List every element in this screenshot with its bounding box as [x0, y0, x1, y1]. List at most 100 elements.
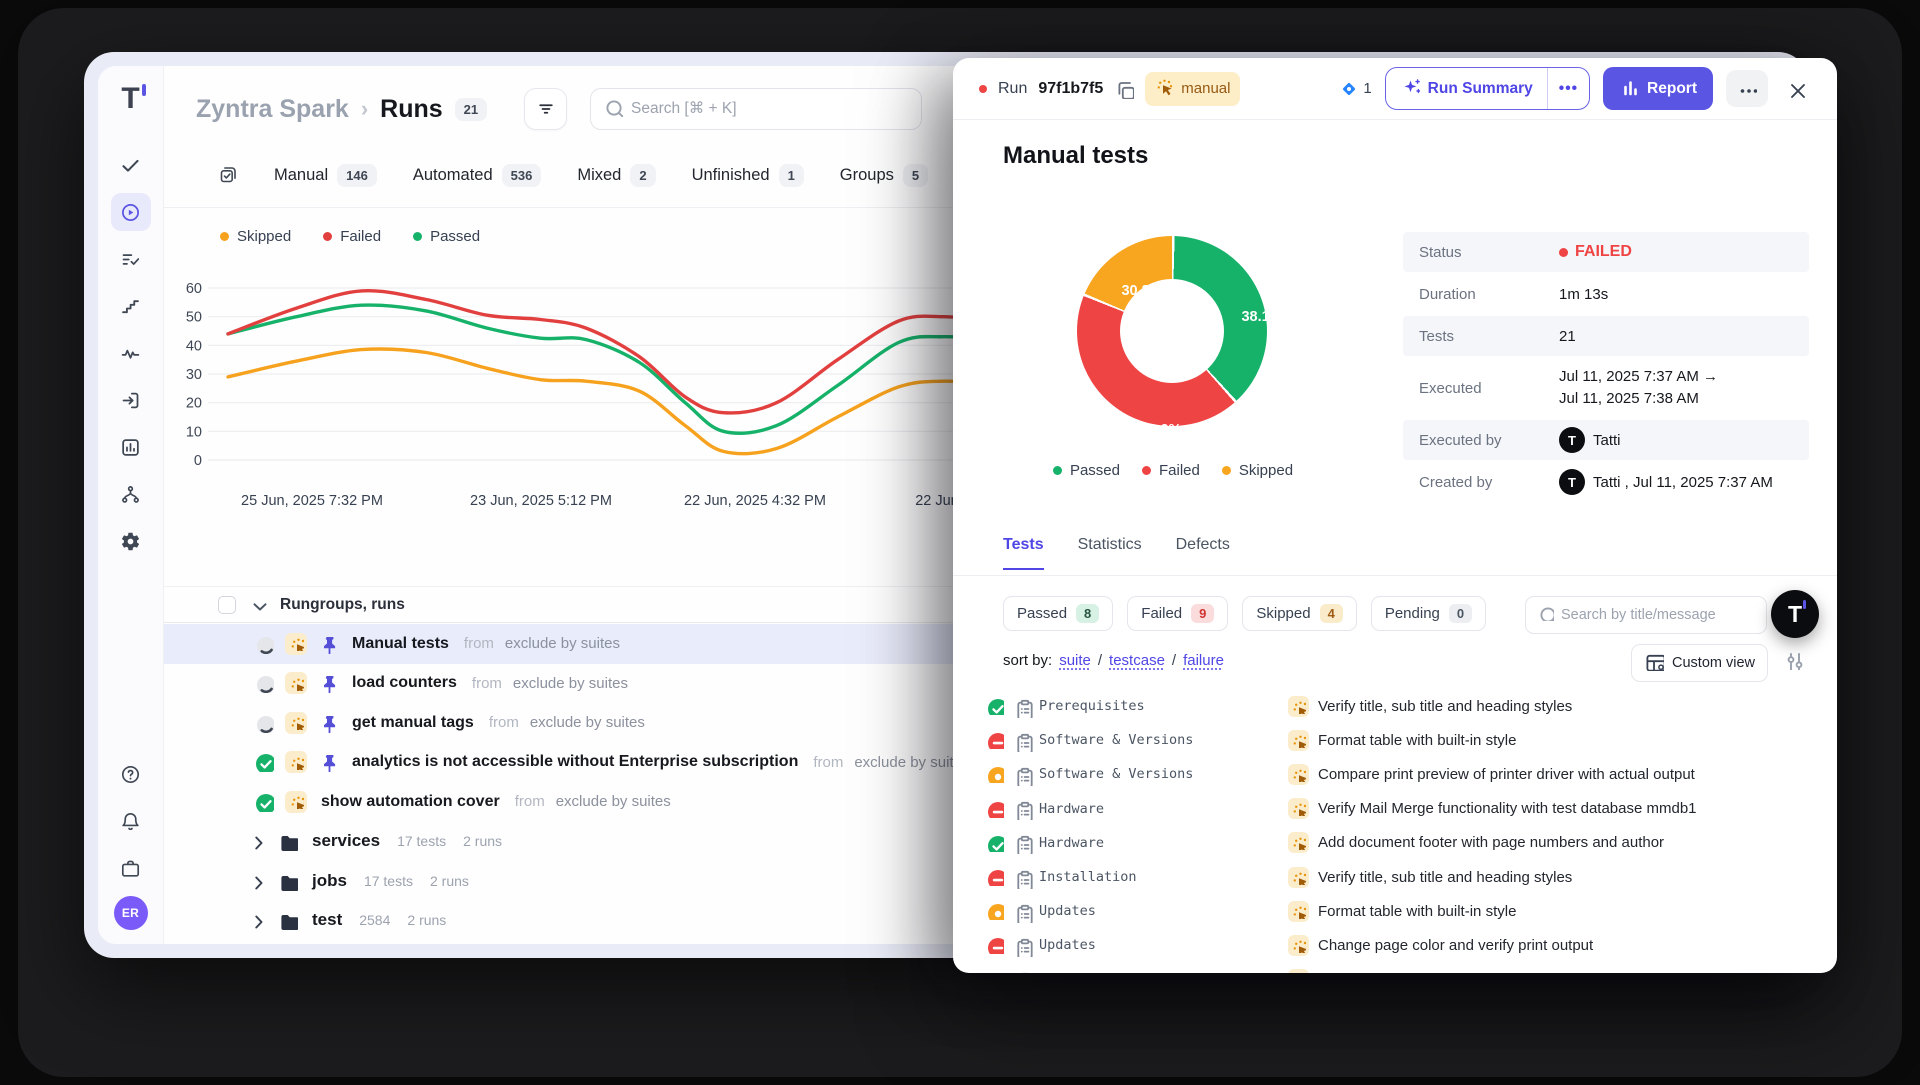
rungroup-name: services — [312, 831, 380, 851]
test-row[interactable]: Updates Change page color and verify pri… — [953, 928, 1837, 962]
test-row[interactable]: Updates Format table with built-in style — [953, 894, 1837, 928]
sidebar-item-test-plans[interactable] — [111, 240, 151, 278]
test-row[interactable]: Software & Versions Compare print previe… — [953, 757, 1837, 791]
close-panel-button[interactable] — [1781, 74, 1811, 104]
folder-icon — [278, 910, 298, 930]
dots-h-icon — [1737, 79, 1757, 99]
panel-tab-tests[interactable]: Tests — [1003, 536, 1044, 570]
select-all-runs-button[interactable] — [218, 165, 238, 185]
run-title: Manual tests — [1003, 142, 1148, 170]
rungroup-tests-count: 17 tests — [364, 873, 413, 889]
sidebar-item-notifications[interactable] — [111, 802, 151, 840]
more-actions-button[interactable] — [1726, 70, 1768, 107]
test-row[interactable]: Software & Versions Format table with bu… — [953, 723, 1837, 757]
bell-icon — [120, 811, 141, 832]
sort-by-testcase[interactable]: testcase — [1109, 652, 1165, 669]
sort-controls: sort by:suite/testcase/failure — [1003, 652, 1224, 669]
clipboard-icon — [1013, 971, 1033, 973]
rungroup-tests-count: 2584 — [359, 912, 390, 928]
status-progress-icon — [254, 713, 274, 733]
run-source: exclude by suites — [505, 635, 620, 652]
chevron-right-icon — [247, 871, 267, 891]
filter-chip-passed[interactable]: Passed 8 — [1003, 596, 1113, 631]
filter-chip-count: 4 — [1320, 604, 1343, 623]
run-status-dot — [979, 85, 987, 93]
runs-list-title: Rungroups, runs — [280, 596, 405, 614]
test-title: Change page color and verify print outpu… — [1318, 937, 1593, 954]
filter-chip-failed[interactable]: Failed 9 — [1127, 596, 1228, 631]
user-avatar[interactable]: ER — [114, 896, 148, 930]
copy-run-id-button[interactable] — [1114, 79, 1134, 99]
tab-automated[interactable]: Automated 536 — [413, 164, 542, 187]
chart-legend: SkippedFailedPassed — [220, 228, 480, 245]
collapse-all-button[interactable] — [248, 595, 268, 615]
test-row[interactable]: Hardware Add document footer with page n… — [953, 826, 1837, 860]
app-logo-letter: T — [121, 84, 139, 114]
branch-icon — [120, 484, 141, 505]
filter-chip-count: 9 — [1191, 604, 1214, 623]
clipboard-icon — [1013, 937, 1033, 957]
expand-group-button[interactable] — [247, 831, 267, 851]
filter-chip-skipped[interactable]: Skipped 4 — [1242, 596, 1356, 631]
run-name: show automation cover — [321, 793, 500, 811]
tests-search-input[interactable] — [1561, 607, 1755, 623]
tab-manual[interactable]: Manual 146 — [274, 164, 377, 187]
info-row-executed: ExecutedJul 11, 2025 7:37 AM →Jul 11, 20… — [1403, 356, 1809, 420]
expand-group-button[interactable] — [247, 871, 267, 891]
status-failed-icon — [986, 868, 1004, 886]
sidebar-item-settings[interactable] — [111, 522, 151, 560]
test-title: Verify Mail Merge functionality with tes… — [1318, 800, 1697, 817]
results-donut-chart: 38.1%42.9%30.8% — [1077, 236, 1267, 426]
run-source: exclude by suites — [530, 714, 645, 731]
search-input[interactable] — [631, 100, 909, 118]
tab-groups[interactable]: Groups 5 — [840, 164, 928, 187]
app-logo[interactable]: T — [114, 82, 148, 116]
manual-cursor-icon — [1291, 733, 1306, 748]
filter-chip-pending[interactable]: Pending 0 — [1371, 596, 1486, 631]
panel-tab-defects[interactable]: Defects — [1176, 536, 1230, 570]
custom-view-button[interactable]: Custom view — [1631, 644, 1768, 682]
svg-text:25 Jun, 2025 7:32 PM: 25 Jun, 2025 7:32 PM — [241, 493, 383, 509]
expand-group-button[interactable] — [247, 910, 267, 930]
select-all-checkbox[interactable] — [218, 596, 236, 614]
manual-cursor-icon — [289, 676, 304, 691]
linked-issue[interactable]: 1 — [1337, 77, 1371, 101]
help-icon — [120, 764, 141, 785]
clipboard-icon — [1013, 698, 1033, 718]
manual-cursor-icon — [289, 715, 304, 730]
run-source: exclude by suites — [556, 793, 671, 810]
view-settings-button[interactable] — [1783, 650, 1803, 675]
run-summary-more-button[interactable]: ••• — [1547, 68, 1589, 109]
breadcrumb-project[interactable]: Zyntra Spark — [196, 95, 349, 124]
run-source: exclude by suites — [513, 675, 628, 692]
sidebar-item-help[interactable] — [111, 755, 151, 793]
info-row-status: StatusFAILED — [1403, 232, 1809, 272]
sort-by-failure[interactable]: failure — [1183, 652, 1224, 669]
filter-button[interactable] — [524, 88, 567, 130]
tab-unfinished[interactable]: Unfinished 1 — [692, 164, 804, 187]
sidebar-item-import[interactable] — [111, 381, 151, 419]
sidebar-item-milestones[interactable] — [111, 287, 151, 325]
run-id: 97f1b7f5 — [1038, 80, 1103, 98]
assistant-avatar-button[interactable]: T — [1771, 590, 1819, 638]
test-row[interactable] — [953, 963, 1837, 974]
test-row[interactable]: Prerequisites Verify title, sub title an… — [953, 689, 1837, 723]
sidebar-item-analytics[interactable] — [111, 428, 151, 466]
gear-icon — [120, 531, 141, 552]
tab-mixed[interactable]: Mixed 2 — [577, 164, 655, 187]
sidebar-item-traceability[interactable] — [111, 475, 151, 513]
run-label: Run — [998, 80, 1027, 98]
panel-tab-statistics[interactable]: Statistics — [1078, 536, 1142, 570]
test-row[interactable]: Hardware Verify Mail Merge functionality… — [953, 792, 1837, 826]
filter-chip-count: 8 — [1076, 604, 1099, 623]
panel-tabs-divider — [953, 575, 1837, 576]
manual-run-icon — [285, 751, 307, 773]
run-summary-button[interactable]: Run Summary ••• — [1385, 67, 1590, 110]
test-row[interactable]: Installation Verify title, sub title and… — [953, 860, 1837, 894]
sidebar-item-pulse[interactable] — [111, 334, 151, 372]
report-button[interactable]: Report — [1603, 67, 1713, 110]
sidebar-item-projects[interactable] — [111, 849, 151, 887]
sort-by-suite[interactable]: suite — [1059, 652, 1091, 669]
sidebar-item-runs[interactable] — [111, 193, 151, 231]
sidebar-item-tasks[interactable] — [111, 146, 151, 184]
